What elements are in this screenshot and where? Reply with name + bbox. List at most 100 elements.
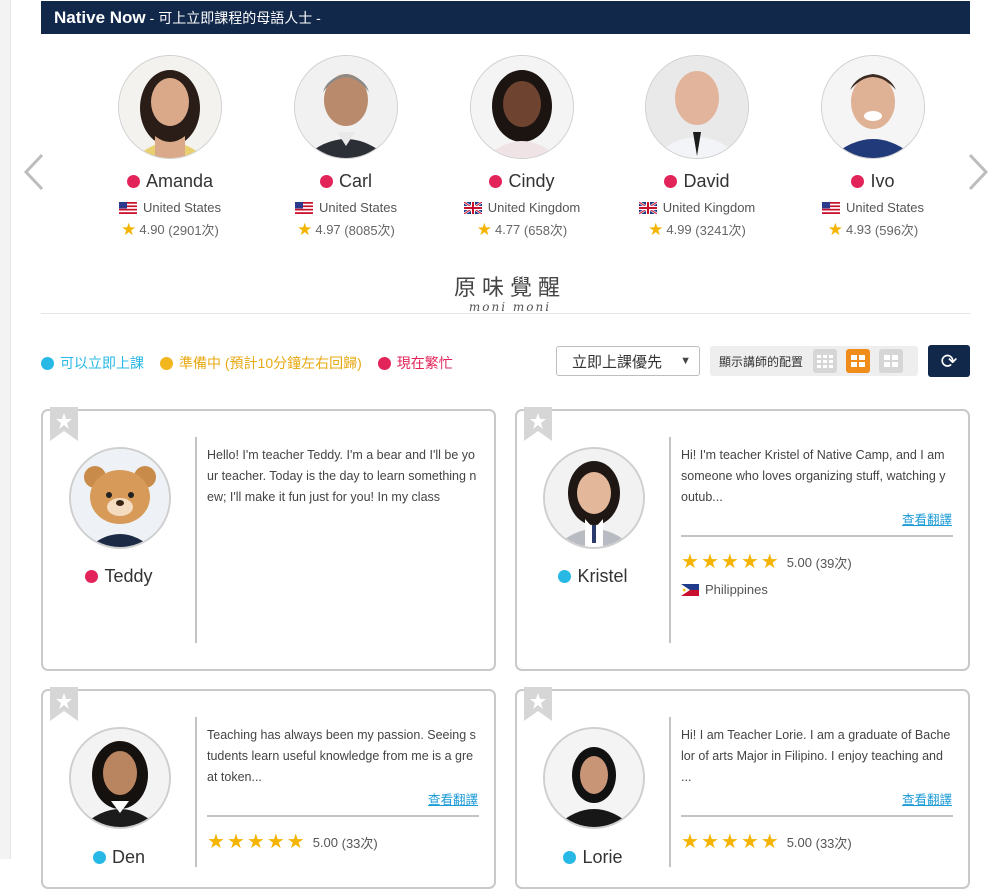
large-grid-icon [884, 355, 899, 367]
bookmark-star-icon[interactable] [50, 407, 78, 441]
star-icon: ★ [648, 220, 664, 239]
watermark-logo: 原味覺醒 moni moni [440, 270, 580, 314]
us-flag-icon [118, 201, 137, 214]
teacher-country-row: Philippines [681, 582, 768, 597]
logo-main-text: 原味覺醒 [453, 276, 566, 301]
layout-large-button[interactable] [879, 349, 904, 373]
legend-preparing: 準備中 (預計10分鐘左右回歸) [179, 355, 362, 371]
teacher-rating: 4.97 [315, 222, 341, 237]
teacher-rating: 4.99 [666, 222, 692, 237]
status-dot-busy [319, 175, 333, 188]
teacher-rating: 5.00 [786, 834, 812, 850]
header-subtitle: - 可上立即課程的母語人士 - [149, 9, 321, 26]
layout-two-column-button[interactable] [846, 349, 871, 373]
refresh-icon: ⟳ [940, 350, 958, 373]
carousel-prev-button[interactable] [22, 152, 46, 192]
teacher-lesson-count: (33次) [815, 835, 852, 851]
teacher-avatar [543, 727, 645, 829]
teacher-rating: 4.90 [139, 222, 165, 237]
teacher-country: Philippines [705, 582, 768, 597]
logo-sub-text: moni moni [468, 300, 552, 314]
card-divider [669, 717, 671, 867]
teacher-country: United Kingdom [662, 200, 756, 215]
teacher-photo [645, 55, 749, 159]
chevron-down-icon: ▼ [680, 355, 691, 367]
translate-link[interactable]: 查看翻譯 [902, 509, 952, 528]
chevron-left-icon [23, 153, 44, 191]
status-dot-busy [489, 175, 503, 188]
translate-link[interactable]: 查看翻譯 [428, 789, 478, 808]
bookmark-star-icon[interactable] [524, 687, 552, 721]
bookmark-star-icon[interactable] [524, 407, 552, 441]
uk-flag-icon [638, 201, 657, 214]
card-divider-horizontal [207, 815, 479, 817]
card-divider [195, 717, 197, 867]
teacher-rating: 4.77 [494, 222, 521, 237]
status-dot-available [41, 356, 54, 370]
teacher-rating-row: ★ ★ ★ ★ ★ 5.00 (39次) [681, 551, 852, 573]
teacher-name: Carl [338, 171, 372, 191]
teacher-name: Cindy [508, 171, 555, 191]
teacher-name: Kristel [577, 566, 628, 586]
status-dot-preparing [160, 356, 173, 370]
us-flag-icon [821, 201, 840, 214]
teacher-rating: 5.00 [786, 554, 812, 570]
refresh-button[interactable]: ⟳ [928, 345, 970, 377]
translate-link[interactable]: 查看翻譯 [902, 789, 952, 808]
teacher-card-den[interactable]: Den Teaching has always been my passion.… [41, 687, 496, 889]
teacher-photo [118, 55, 222, 159]
teacher-name: David [683, 171, 730, 191]
teacher-rating: 5.00 [312, 834, 338, 850]
teacher-lesson-count: (2901次) [168, 223, 219, 238]
status-dot-busy [851, 175, 865, 188]
sort-select[interactable]: 立即上課優先 ▼ [556, 346, 700, 376]
list-grid-icon [817, 354, 834, 368]
teacher-photo [470, 55, 574, 159]
star-icon: ★ [121, 220, 137, 239]
layout-switcher: 顯示講師的配置 [710, 346, 918, 376]
card-divider-horizontal [681, 815, 953, 817]
us-flag-icon [294, 201, 313, 214]
teacher-rating-row: ★ ★ ★ ★ ★ 5.00 (33次) [207, 831, 378, 853]
teacher-avatar [69, 727, 171, 829]
card-divider [669, 437, 671, 643]
bookmark-star-icon[interactable] [50, 687, 78, 721]
featured-teacher-carl[interactable]: Carl United States ★ 4.97 (8085次) [276, 55, 416, 239]
status-dot-available [92, 851, 106, 864]
star-icon: ★ [476, 220, 492, 239]
teacher-photo [821, 55, 925, 159]
teacher-name: Lorie [582, 847, 623, 867]
teacher-bio: Hi! I am Teacher Lorie. I am a graduate … [681, 728, 951, 784]
layout-list-button[interactable] [813, 349, 838, 373]
legend-busy: 現在繁忙 [396, 355, 453, 371]
left-edge-strip [0, 0, 11, 859]
teacher-lesson-count: (658次) [523, 223, 568, 238]
featured-teacher-david[interactable]: David United Kingdom ★ 4.99 (3241次) [627, 55, 767, 239]
teacher-card-kristel[interactable]: Kristel Hi! I'm teacher Kristel of Nativ… [515, 407, 970, 671]
header-brand: Native Now [54, 7, 146, 27]
philippines-flag-icon [681, 583, 699, 596]
legend-available: 可以立即上課 [60, 355, 144, 371]
carousel-next-button[interactable] [966, 152, 990, 192]
teacher-card-lorie[interactable]: Lorie Hi! I am Teacher Lorie. I am a gra… [515, 687, 970, 889]
card-divider [195, 437, 197, 643]
status-dot-busy [664, 175, 678, 188]
teacher-card-teddy[interactable]: Teddy Hello! I'm teacher Teddy. I'm a be… [41, 407, 496, 671]
teacher-rating: 4.93 [845, 222, 872, 237]
featured-teacher-ivo[interactable]: Ivo United States ★ 4.93 (596次) [803, 55, 943, 239]
status-dot-busy [126, 175, 140, 188]
status-dot-busy [85, 570, 99, 583]
teacher-lesson-count: (596次) [874, 223, 919, 238]
star-icon: ★ [827, 220, 843, 239]
featured-teacher-amanda[interactable]: Amanda United States ★ 4.90 (2901次) [100, 55, 240, 239]
featured-teacher-cindy[interactable]: Cindy United Kingdom ★ 4.77 (658次) [452, 55, 592, 239]
teacher-country: United States [845, 200, 925, 215]
status-dot-busy [377, 356, 391, 370]
teacher-name: Ivo [870, 171, 895, 191]
two-column-grid-icon [851, 355, 866, 367]
teacher-bio: Hi! I'm teacher Kristel of Native Camp, … [681, 448, 946, 504]
native-now-header: Native Now - 可上立即課程的母語人士 - [41, 1, 970, 34]
teacher-avatar [69, 447, 171, 549]
layout-label: 顯示講師的配置 [719, 354, 804, 369]
star-icon: ★ [297, 220, 313, 239]
